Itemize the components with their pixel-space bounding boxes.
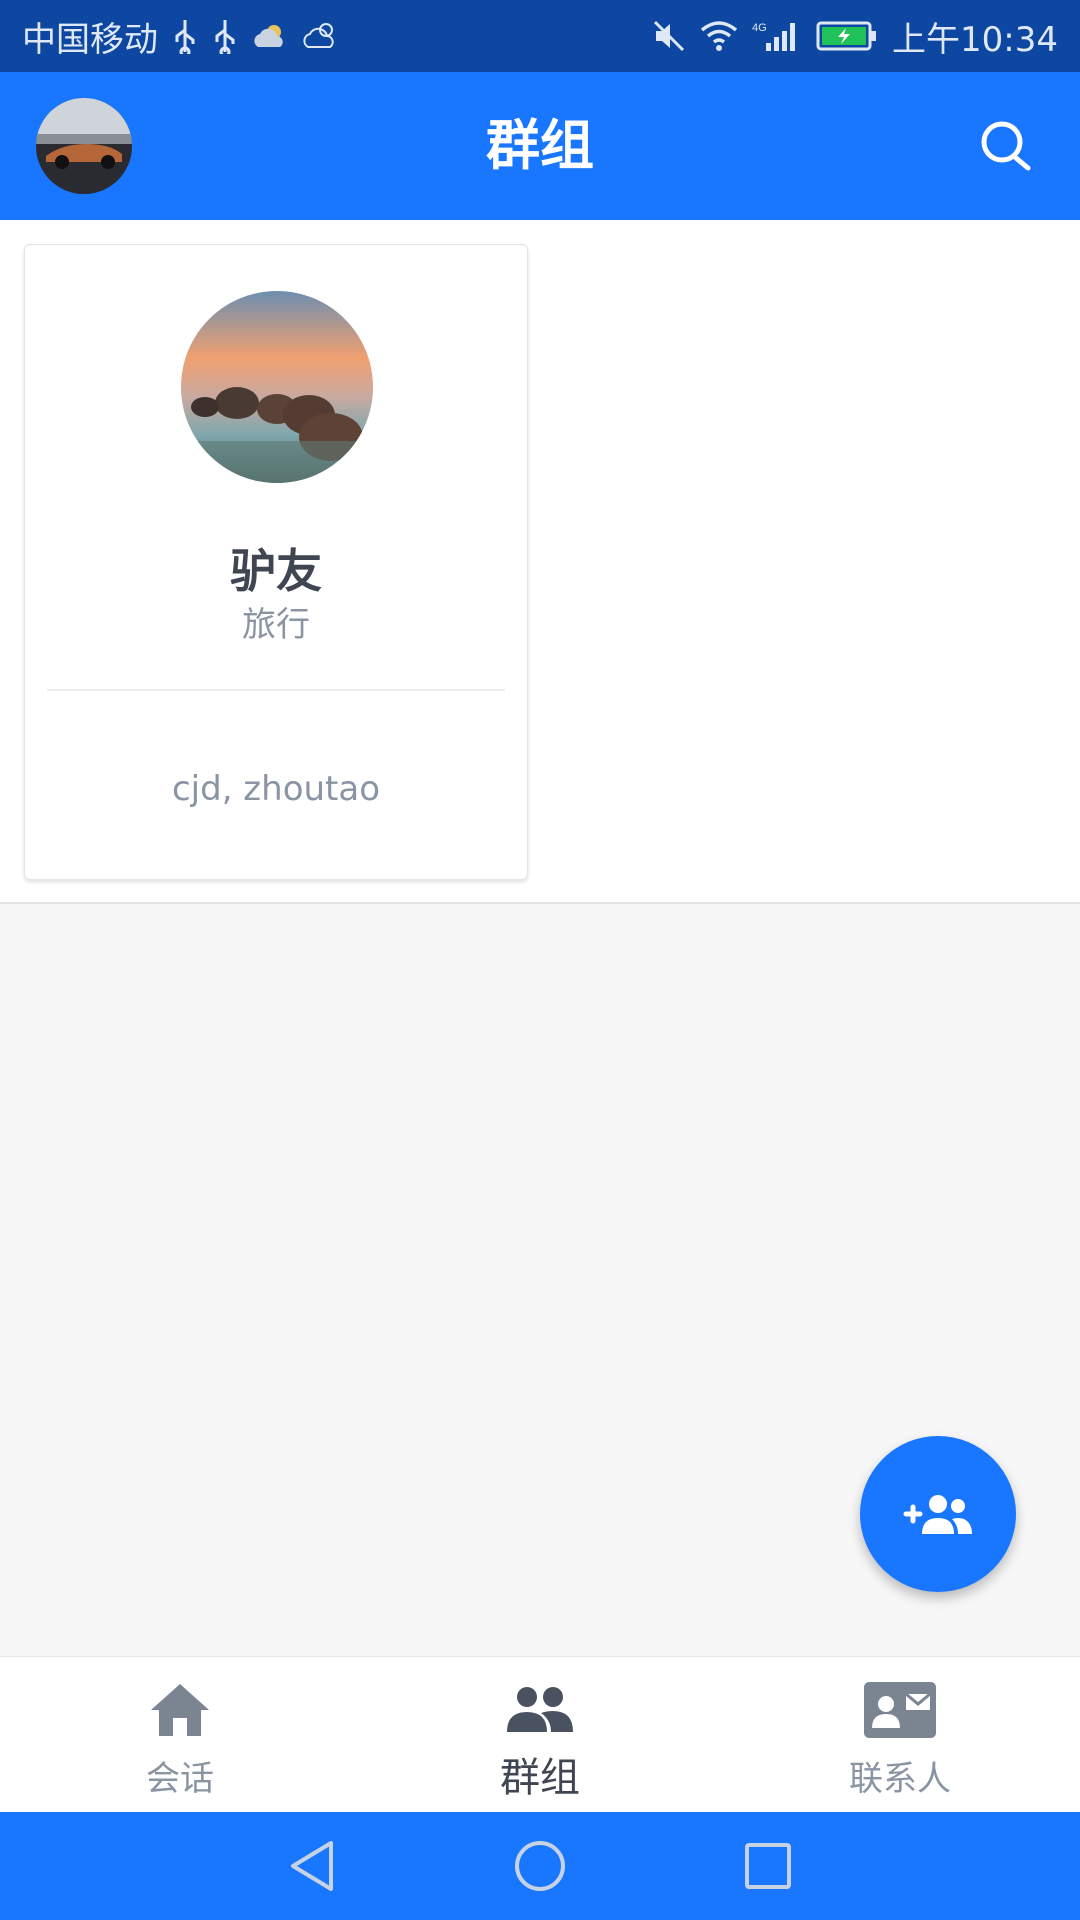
user-avatar[interactable]	[36, 98, 132, 194]
search-icon	[981, 121, 1031, 171]
mute-icon	[652, 19, 686, 53]
avatar-image	[36, 98, 132, 194]
signal-icon: 4G	[752, 19, 802, 53]
group-category: 旅行	[242, 605, 310, 645]
group-icon	[505, 1679, 575, 1741]
home-circle-icon	[515, 1841, 565, 1891]
battery-charging-icon	[816, 20, 878, 52]
home-button[interactable]	[505, 1831, 575, 1901]
back-triangle-icon	[291, 1841, 333, 1891]
contact-card-icon	[864, 1679, 936, 1741]
nav-item-sessions[interactable]: 会话	[0, 1657, 360, 1812]
wifi-icon	[700, 20, 738, 52]
clock-label: 上午10:34	[892, 19, 1058, 60]
carrier-label: 中国移动	[22, 19, 158, 60]
add-group-button[interactable]	[860, 1436, 1016, 1592]
home-icon	[149, 1679, 211, 1741]
recents-square-icon	[745, 1843, 791, 1889]
app-bar: 群组	[0, 72, 1080, 220]
network-label: 4G	[752, 22, 767, 34]
bottom-nav: 会话 群组 联系人	[0, 1656, 1080, 1812]
add-group-icon	[903, 1495, 972, 1534]
status-right: 4G 上午10:34	[652, 12, 1058, 61]
group-name: 驴友	[230, 544, 322, 598]
groups-grid: 驴友 旅行 cjd, zhoutao	[0, 220, 1080, 904]
group-avatar-image	[181, 291, 373, 483]
nav-label-contacts: 联系人	[849, 1759, 951, 1799]
system-nav-bar	[0, 1812, 1080, 1920]
status-bar: 中国移动 4G 上午10:34	[0, 0, 1080, 72]
group-avatar	[181, 291, 373, 483]
page-title: 群组	[486, 114, 594, 177]
search-button[interactable]	[972, 112, 1040, 180]
usb-icon	[212, 18, 238, 54]
weather-cloudy-icon	[252, 21, 288, 51]
group-card[interactable]: 驴友 旅行 cjd, zhoutao	[24, 244, 528, 880]
back-button[interactable]	[277, 1831, 347, 1901]
status-left: 中国移动	[22, 12, 338, 61]
nav-item-groups[interactable]: 群组	[360, 1657, 720, 1812]
nav-label-sessions: 会话	[146, 1759, 214, 1799]
nav-label-groups: 群组	[500, 1755, 580, 1801]
card-divider	[47, 689, 505, 691]
group-members: cjd, zhoutao	[171, 769, 381, 809]
recents-button[interactable]	[733, 1831, 803, 1901]
usb-icon	[172, 18, 198, 54]
nav-item-contacts[interactable]: 联系人	[720, 1657, 1080, 1812]
weather-partly-cloudy-icon	[302, 21, 338, 51]
